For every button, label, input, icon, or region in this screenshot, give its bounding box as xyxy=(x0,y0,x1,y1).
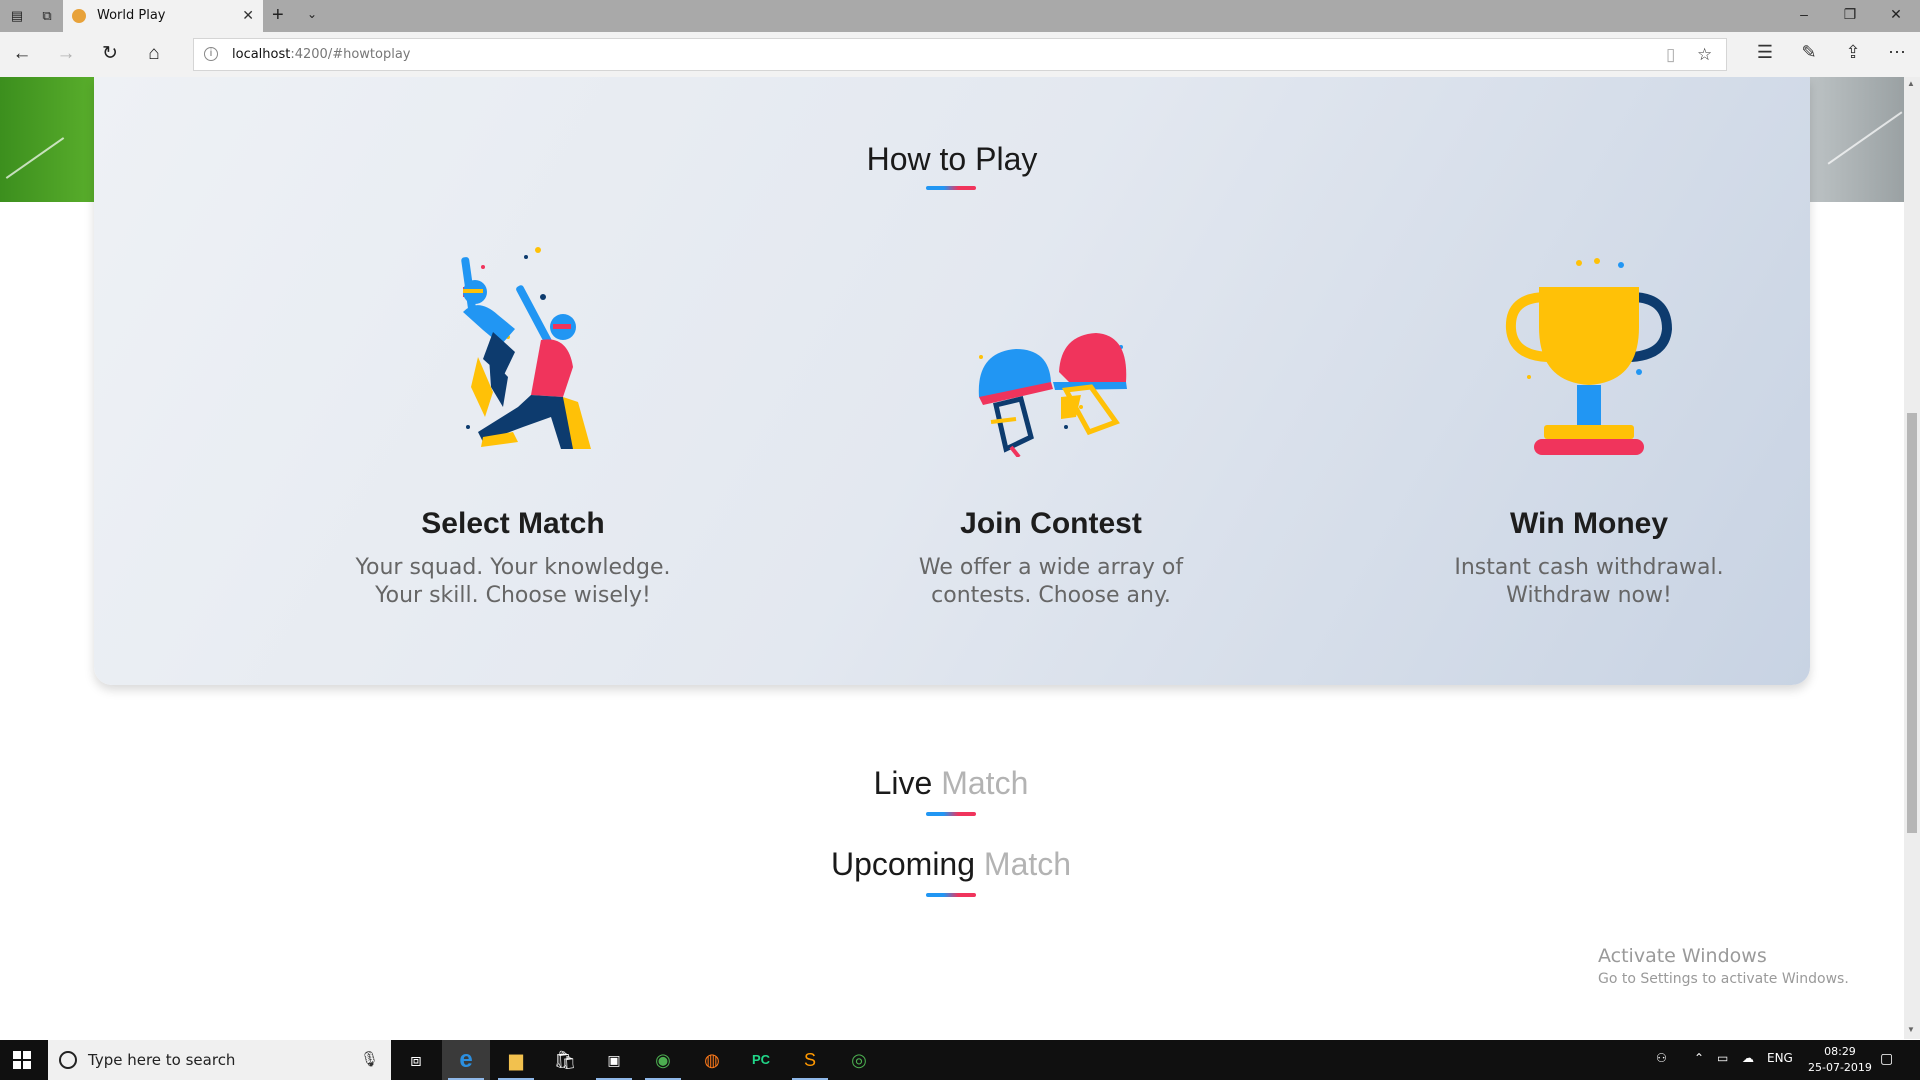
new-tab-icon[interactable]: + xyxy=(272,4,284,27)
step-title: Win Money xyxy=(1509,507,1669,540)
tabs-aside-icon[interactable]: ⧉ xyxy=(38,7,56,25)
tray-expand-icon[interactable]: ⌃ xyxy=(1694,1051,1704,1065)
notes-pen-icon[interactable]: ✎ xyxy=(1797,42,1821,63)
cortana-circle-icon xyxy=(59,1051,77,1069)
page-scrollbar[interactable]: ▲ ▼ xyxy=(1904,77,1920,1039)
terminal-icon[interactable]: ▣ xyxy=(590,1040,638,1080)
windows-start-icon[interactable] xyxy=(13,1051,31,1069)
cricketers-icon xyxy=(461,247,591,449)
tab-manager-icon[interactable]: ▤ xyxy=(8,7,26,25)
back-icon[interactable]: ← xyxy=(10,43,34,65)
scroll-up-icon[interactable]: ▲ xyxy=(1907,79,1915,88)
windows-taskbar: Type here to search 🎙 ⧈ e ▆ 🛍 ▣ ◉ ◍ PC S… xyxy=(0,1040,1920,1080)
scroll-down-icon[interactable]: ▼ xyxy=(1907,1025,1915,1034)
pycharm-icon[interactable]: PC xyxy=(737,1040,785,1080)
tab-list-chevron-icon[interactable]: ⌄ xyxy=(307,7,317,21)
trophy-icon xyxy=(1505,258,1673,455)
taskbar-search-box[interactable]: Type here to search 🎙 xyxy=(48,1040,391,1080)
refresh-icon[interactable]: ↻ xyxy=(98,43,122,65)
restore-icon[interactable]: ❐ xyxy=(1838,6,1862,23)
favorites-hub-icon[interactable]: ☰ xyxy=(1753,42,1777,63)
section-title: How to Play xyxy=(866,141,1038,177)
battery-icon[interactable]: ▭ xyxy=(1717,1051,1728,1065)
people-icon[interactable]: ⚇ xyxy=(1656,1051,1667,1065)
system-clock[interactable]: 08:29 25-07-2019 xyxy=(1808,1044,1872,1076)
live-underline xyxy=(926,812,976,816)
activate-windows-watermark: Activate Windows Go to Settings to activ… xyxy=(1598,945,1849,987)
how-to-play-card: How to Play Select Match Your squad. You… xyxy=(94,77,1810,685)
chrome-icon[interactable]: ◉ xyxy=(639,1040,687,1080)
forward-icon[interactable]: → xyxy=(54,43,78,65)
step-title: Join Contest xyxy=(960,507,1142,540)
favorite-star-icon[interactable]: ☆ xyxy=(1697,45,1712,65)
step-description: Instant cash withdrawal. Withdraw now! xyxy=(1454,555,1724,608)
language-indicator[interactable]: ENG xyxy=(1767,1051,1793,1065)
browser-tab[interactable]: World Play ✕ xyxy=(63,0,263,32)
tab-title: World Play xyxy=(97,8,166,23)
title-underline xyxy=(926,186,976,190)
reading-view-icon[interactable]: ▯ xyxy=(1666,45,1675,65)
site-info-icon[interactable]: i xyxy=(204,47,218,61)
store-icon[interactable]: 🛍 xyxy=(541,1040,589,1080)
search-placeholder: Type here to search xyxy=(88,1051,236,1069)
task-view-icon[interactable]: ⧈ xyxy=(392,1040,440,1080)
more-menu-icon[interactable]: ⋯ xyxy=(1885,42,1909,63)
upcoming-match-heading: Upcoming Match xyxy=(830,846,1072,882)
minimize-icon[interactable]: – xyxy=(1792,6,1816,22)
action-center-icon[interactable]: ▢ xyxy=(1880,1051,1893,1067)
tab-close-icon[interactable]: ✕ xyxy=(242,7,254,24)
sublime-text-icon[interactable]: S xyxy=(786,1040,834,1080)
browser-tab-strip: ▤ ⧉ World Play ✕ + ⌄ – ❐ ✕ xyxy=(0,0,1920,32)
firefox-icon[interactable]: ◍ xyxy=(688,1040,736,1080)
home-icon[interactable]: ⌂ xyxy=(142,43,166,65)
address-bar[interactable]: i localhost:4200/#howtoplay ▯ ☆ xyxy=(193,38,1727,71)
live-match-heading: Live Match xyxy=(873,765,1029,801)
site-favicon-icon xyxy=(72,9,86,23)
helmets-icon xyxy=(978,333,1127,457)
share-icon[interactable]: ⇪ xyxy=(1841,42,1865,63)
app-globe-icon[interactable]: ◎ xyxy=(835,1040,883,1080)
scrollbar-thumb[interactable] xyxy=(1907,413,1917,833)
file-explorer-icon[interactable]: ▆ xyxy=(492,1040,540,1080)
step-title: Select Match xyxy=(421,507,605,540)
window-close-icon[interactable]: ✕ xyxy=(1884,6,1908,23)
browser-nav-bar: ← → ↻ ⌂ i localhost:4200/#howtoplay ▯ ☆ … xyxy=(0,32,1920,77)
edge-browser-icon[interactable]: e xyxy=(442,1040,490,1080)
step-description: Your squad. Your knowledge. Your skill. … xyxy=(355,555,671,608)
address-url: localhost:4200/#howtoplay xyxy=(232,47,411,62)
network-icon[interactable]: ☁ xyxy=(1742,1051,1754,1065)
pitch-line xyxy=(1827,111,1903,165)
microphone-icon[interactable]: 🎙 xyxy=(360,1050,379,1068)
page-viewport: How to Play Select Match Your squad. You… xyxy=(0,77,1904,1039)
step-description: We offer a wide array of contests. Choos… xyxy=(918,555,1184,608)
pitch-line xyxy=(5,137,65,179)
upcoming-underline xyxy=(926,893,976,897)
